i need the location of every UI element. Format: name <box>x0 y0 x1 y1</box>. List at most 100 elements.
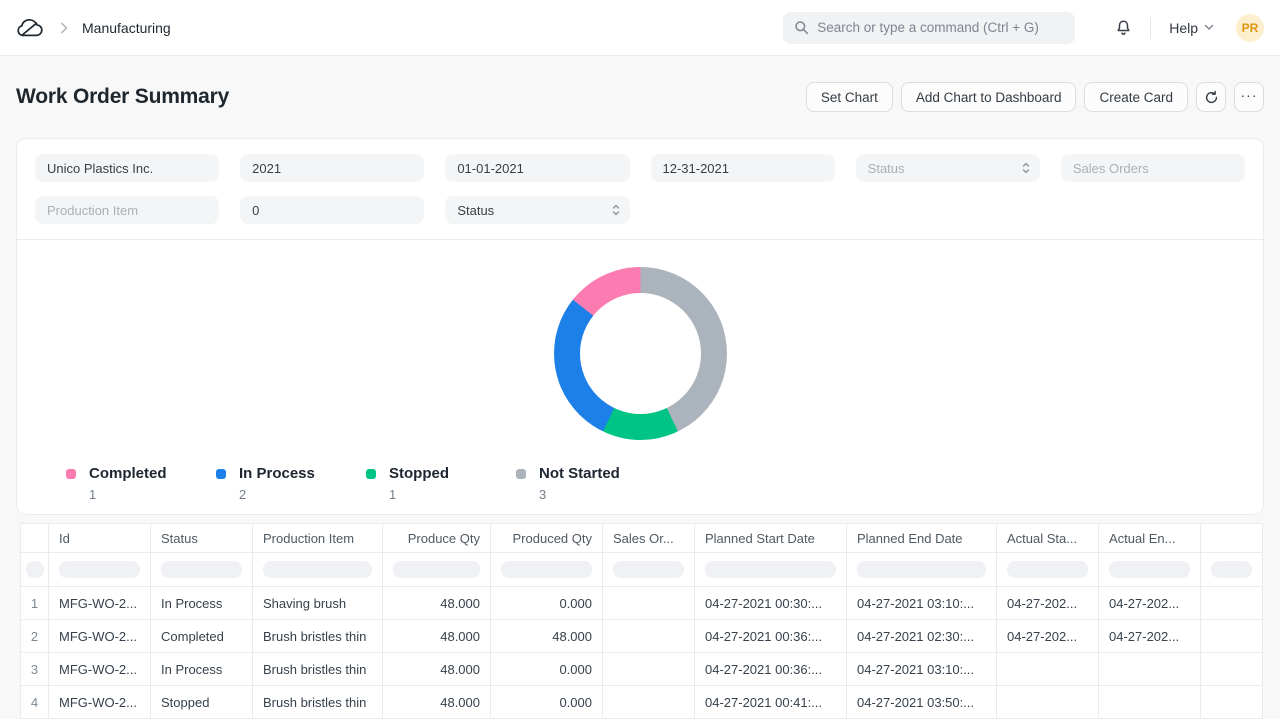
header-sales-order[interactable]: Sales Or... <box>603 524 695 553</box>
header-produce-qty[interactable]: Produce Qty <box>383 524 491 553</box>
cell-production-item[interactable]: Brush bristles thin <box>253 686 383 719</box>
header-planned-start-date[interactable]: Planned Start Date <box>695 524 847 553</box>
cell-planned-end[interactable]: 04-27-2021 03:50:... <box>847 686 997 719</box>
cell-status[interactable]: Completed <box>151 620 253 653</box>
sales-order-filter-input[interactable] <box>613 561 684 578</box>
produce-qty-filter-input[interactable] <box>393 561 480 578</box>
cell-planned-start[interactable]: 04-27-2021 00:36:... <box>695 620 847 653</box>
status-filter-select[interactable]: Status <box>856 154 1040 182</box>
cell-produced-qty[interactable]: 0.000 <box>491 587 603 620</box>
set-chart-button[interactable]: Set Chart <box>806 82 893 112</box>
notifications-bell-icon[interactable] <box>1115 19 1132 37</box>
cell-planned-start[interactable]: 04-27-2021 00:41:... <box>695 686 847 719</box>
cell-planned-end[interactable]: 04-27-2021 03:10:... <box>847 587 997 620</box>
cell-produce-qty[interactable]: 48.000 <box>383 686 491 719</box>
cell-blank[interactable] <box>1201 653 1263 686</box>
table-row: 2 MFG-WO-2... Completed Brush bristles t… <box>21 620 1262 653</box>
cell-produce-qty[interactable]: 48.000 <box>383 587 491 620</box>
cell-blank[interactable] <box>1201 686 1263 719</box>
user-avatar[interactable]: PR <box>1236 14 1264 42</box>
cell-id[interactable]: MFG-WO-2... <box>49 620 151 653</box>
status-filter-input[interactable] <box>161 561 242 578</box>
header-actual-start[interactable]: Actual Sta... <box>997 524 1099 553</box>
app-logo[interactable] <box>16 16 46 40</box>
cell-actual-start[interactable]: 04-27-202... <box>997 620 1099 653</box>
company-filter[interactable]: Unico Plastics Inc. <box>35 154 219 182</box>
fiscal-year-filter[interactable]: 2021 <box>240 154 424 182</box>
header-rownum <box>21 524 49 553</box>
planned-start-filter-input[interactable] <box>705 561 836 578</box>
header-produced-qty[interactable]: Produced Qty <box>491 524 603 553</box>
row-number: 3 <box>21 653 49 686</box>
from-date-filter[interactable]: 01-01-2021 <box>445 154 629 182</box>
cell-actual-end[interactable]: 04-27-202... <box>1099 587 1201 620</box>
to-date-filter[interactable]: 12-31-2021 <box>651 154 835 182</box>
help-menu[interactable]: Help <box>1169 20 1214 36</box>
breadcrumb[interactable]: Manufacturing <box>82 20 171 36</box>
cell-actual-end[interactable]: 04-27-202... <box>1099 620 1201 653</box>
header-production-item[interactable]: Production Item <box>253 524 383 553</box>
actual-start-filter-input[interactable] <box>1007 561 1088 578</box>
cell-id[interactable]: MFG-WO-2... <box>49 653 151 686</box>
cell-actual-start[interactable]: 04-27-202... <box>997 587 1099 620</box>
cell-produced-qty[interactable]: 48.000 <box>491 620 603 653</box>
search-input[interactable] <box>817 20 1064 35</box>
blank-filter-input[interactable] <box>1211 561 1252 578</box>
cell-actual-end[interactable] <box>1099 686 1201 719</box>
cell-actual-start[interactable] <box>997 653 1099 686</box>
cell-sales-order[interactable] <box>603 587 695 620</box>
menu-button[interactable]: ··· <box>1234 82 1264 112</box>
cell-actual-end[interactable] <box>1099 653 1201 686</box>
cell-status[interactable]: In Process <box>151 587 253 620</box>
legend-label: Not Started <box>539 465 620 482</box>
cell-sales-order[interactable] <box>603 686 695 719</box>
cell-planned-end[interactable]: 04-27-2021 02:30:... <box>847 620 997 653</box>
production-item-filter[interactable]: Production Item <box>35 196 219 224</box>
cell-blank[interactable] <box>1201 620 1263 653</box>
cell-sales-order[interactable] <box>603 653 695 686</box>
age-filter[interactable]: 0 <box>240 196 424 224</box>
rownum-filter-input[interactable] <box>26 561 44 578</box>
planned-end-filter-input[interactable] <box>857 561 986 578</box>
cell-produce-qty[interactable]: 48.000 <box>383 653 491 686</box>
global-search[interactable] <box>783 12 1075 44</box>
cell-production-item[interactable]: Brush bristles thin <box>253 653 383 686</box>
cell-produced-qty[interactable]: 0.000 <box>491 686 603 719</box>
donut-chart[interactable] <box>554 267 727 440</box>
header-id[interactable]: Id <box>49 524 151 553</box>
cell-production-item[interactable]: Brush bristles thin <box>253 620 383 653</box>
cell-sales-order[interactable] <box>603 620 695 653</box>
cell-production-item[interactable]: Shaving brush <box>253 587 383 620</box>
row-number: 1 <box>21 587 49 620</box>
cell-id[interactable]: MFG-WO-2... <box>49 587 151 620</box>
page-title: Work Order Summary <box>16 85 229 109</box>
cell-status[interactable]: In Process <box>151 653 253 686</box>
cell-planned-start[interactable]: 04-27-2021 00:36:... <box>695 653 847 686</box>
chart-legend: Completed 1 In Process 2 Stopped 1 <box>66 465 1263 502</box>
cell-produce-qty[interactable]: 48.000 <box>383 620 491 653</box>
select-chevrons-icon <box>1021 161 1031 175</box>
navbar: Manufacturing Help PR <box>0 0 1280 56</box>
production-item-filter-input[interactable] <box>263 561 372 578</box>
cell-blank[interactable] <box>1201 587 1263 620</box>
refresh-button[interactable] <box>1196 82 1226 112</box>
sales-orders-filter[interactable]: Sales Orders <box>1061 154 1245 182</box>
actual-end-filter-input[interactable] <box>1109 561 1190 578</box>
legend-swatch <box>66 469 76 479</box>
cell-id[interactable]: MFG-WO-2... <box>49 686 151 719</box>
cell-planned-end[interactable]: 04-27-2021 03:10:... <box>847 653 997 686</box>
select-chevrons-icon <box>611 203 621 217</box>
cell-status[interactable]: Stopped <box>151 686 253 719</box>
cell-produced-qty[interactable]: 0.000 <box>491 653 603 686</box>
header-planned-end-date[interactable]: Planned End Date <box>847 524 997 553</box>
add-chart-to-dashboard-button[interactable]: Add Chart to Dashboard <box>901 82 1077 112</box>
charts-based-on-select[interactable]: Status <box>445 196 629 224</box>
header-actual-end[interactable]: Actual En... <box>1099 524 1201 553</box>
produced-qty-filter-input[interactable] <box>501 561 592 578</box>
status-filter-placeholder: Status <box>868 161 905 176</box>
cell-planned-start[interactable]: 04-27-2021 00:30:... <box>695 587 847 620</box>
id-filter-input[interactable] <box>59 561 140 578</box>
cell-actual-start[interactable] <box>997 686 1099 719</box>
create-card-button[interactable]: Create Card <box>1084 82 1188 112</box>
header-status[interactable]: Status <box>151 524 253 553</box>
